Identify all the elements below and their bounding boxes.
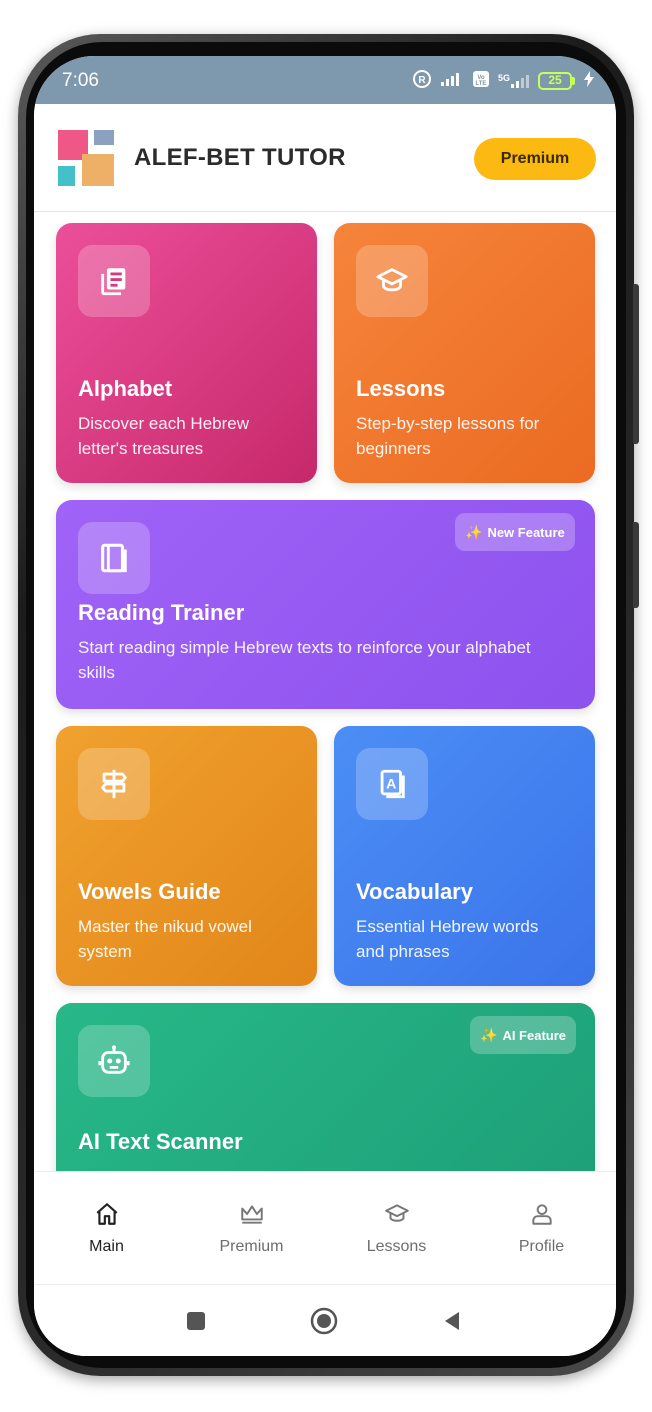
card-description: Essential Hebrew words and phrases (356, 917, 539, 961)
new-feature-badge: ✨ New Feature (455, 513, 575, 551)
robot-icon (78, 1025, 150, 1097)
signpost-icon (78, 748, 150, 820)
card-title: Lessons (356, 376, 446, 401)
status-icons: R Vo LTE 5G 25 (412, 69, 594, 92)
vowels-guide-card[interactable]: Vowels Guide Master the nikud vowel syst… (56, 726, 317, 986)
card-title: Reading Trainer (78, 600, 245, 625)
battery-level: 25 (548, 72, 562, 87)
nav-label: Profile (518, 1238, 565, 1255)
crown-icon (238, 1200, 266, 1228)
ai-text-scanner-card[interactable]: ✨ AI Feature AI Text Scanner (56, 1003, 595, 1171)
open-book-icon (78, 522, 150, 594)
bottom-navigation: Main Premium Lessons Profile (34, 1171, 616, 1283)
graduation-cap-icon (383, 1200, 411, 1228)
phone-screen: 7:06 R Vo LTE 5G 25 ALEF-BET TUTOR Premi… (34, 56, 616, 1356)
system-navigation-bar (34, 1284, 616, 1356)
badge-label: AI Feature (502, 1027, 567, 1043)
card-description: Step-by-step lessons for beginners (356, 414, 540, 458)
home-circle-icon[interactable] (308, 1305, 340, 1337)
card-description: Master the nikud vowel system (78, 917, 252, 961)
book-list-icon (78, 245, 150, 317)
svg-text:A: A (386, 776, 396, 792)
nav-label: Premium (219, 1238, 284, 1255)
nav-item-profile[interactable]: Profile (469, 1172, 614, 1284)
nav-item-main[interactable]: Main (34, 1172, 179, 1284)
person-icon (528, 1200, 556, 1228)
dictionary-icon: A (356, 748, 428, 820)
card-description: Discover each Hebrew letter's treasures (78, 414, 250, 458)
nav-item-premium[interactable]: Premium (179, 1172, 324, 1284)
back-triangle-icon[interactable] (436, 1305, 468, 1337)
volume-button (633, 284, 639, 444)
alphabet-card[interactable]: Alphabet Discover each Hebrew letter's t… (56, 223, 317, 483)
card-title: Alphabet (78, 376, 173, 401)
svg-text:R: R (418, 75, 426, 86)
card-title: Vowels Guide (78, 879, 221, 904)
status-time: 7:06 (62, 70, 99, 91)
registered-icon: R (412, 69, 432, 92)
badge-label: New Feature (487, 524, 565, 540)
volte-icon: Vo LTE (472, 70, 490, 91)
home-icon (93, 1200, 121, 1228)
app-logo (58, 130, 114, 186)
charging-icon (584, 71, 594, 90)
status-bar: 7:06 R Vo LTE 5G 25 (34, 56, 616, 104)
power-button (633, 522, 639, 608)
app-title: ALEF-BET TUTOR (134, 144, 346, 171)
premium-button[interactable]: Premium (474, 138, 596, 180)
graduation-cap-icon (356, 245, 428, 317)
svg-text:LTE: LTE (476, 81, 487, 87)
signal-icon (440, 71, 464, 90)
lessons-card[interactable]: Lessons Step-by-step lessons for beginne… (334, 223, 595, 483)
recents-icon[interactable] (180, 1305, 212, 1337)
ai-feature-badge: ✨ AI Feature (470, 1016, 577, 1054)
vocabulary-card[interactable]: A Vocabulary Essential Hebrew words and … (334, 726, 595, 986)
card-title: AI Text Scanner (78, 1129, 243, 1154)
sparkle-icon: ✨ (480, 1026, 498, 1043)
reading-trainer-card[interactable]: ✨ New Feature Reading Trainer Start read… (56, 500, 595, 709)
nav-label: Lessons (366, 1238, 427, 1255)
sparkle-icon: ✨ (465, 523, 483, 540)
nav-label: Main (89, 1238, 124, 1255)
main-content[interactable]: Alphabet Discover each Hebrew letter's t… (34, 213, 616, 1171)
card-title: Vocabulary (356, 879, 473, 904)
battery-icon: 25 (538, 71, 576, 91)
nav-item-lessons[interactable]: Lessons (324, 1172, 469, 1284)
card-description: Start reading simple Hebrew texts to rei… (78, 638, 531, 682)
app-header: ALEF-BET TUTOR Premium (34, 104, 616, 212)
network-5g-signal-icon: 5G (498, 73, 530, 89)
network-type: 5G (497, 72, 510, 83)
